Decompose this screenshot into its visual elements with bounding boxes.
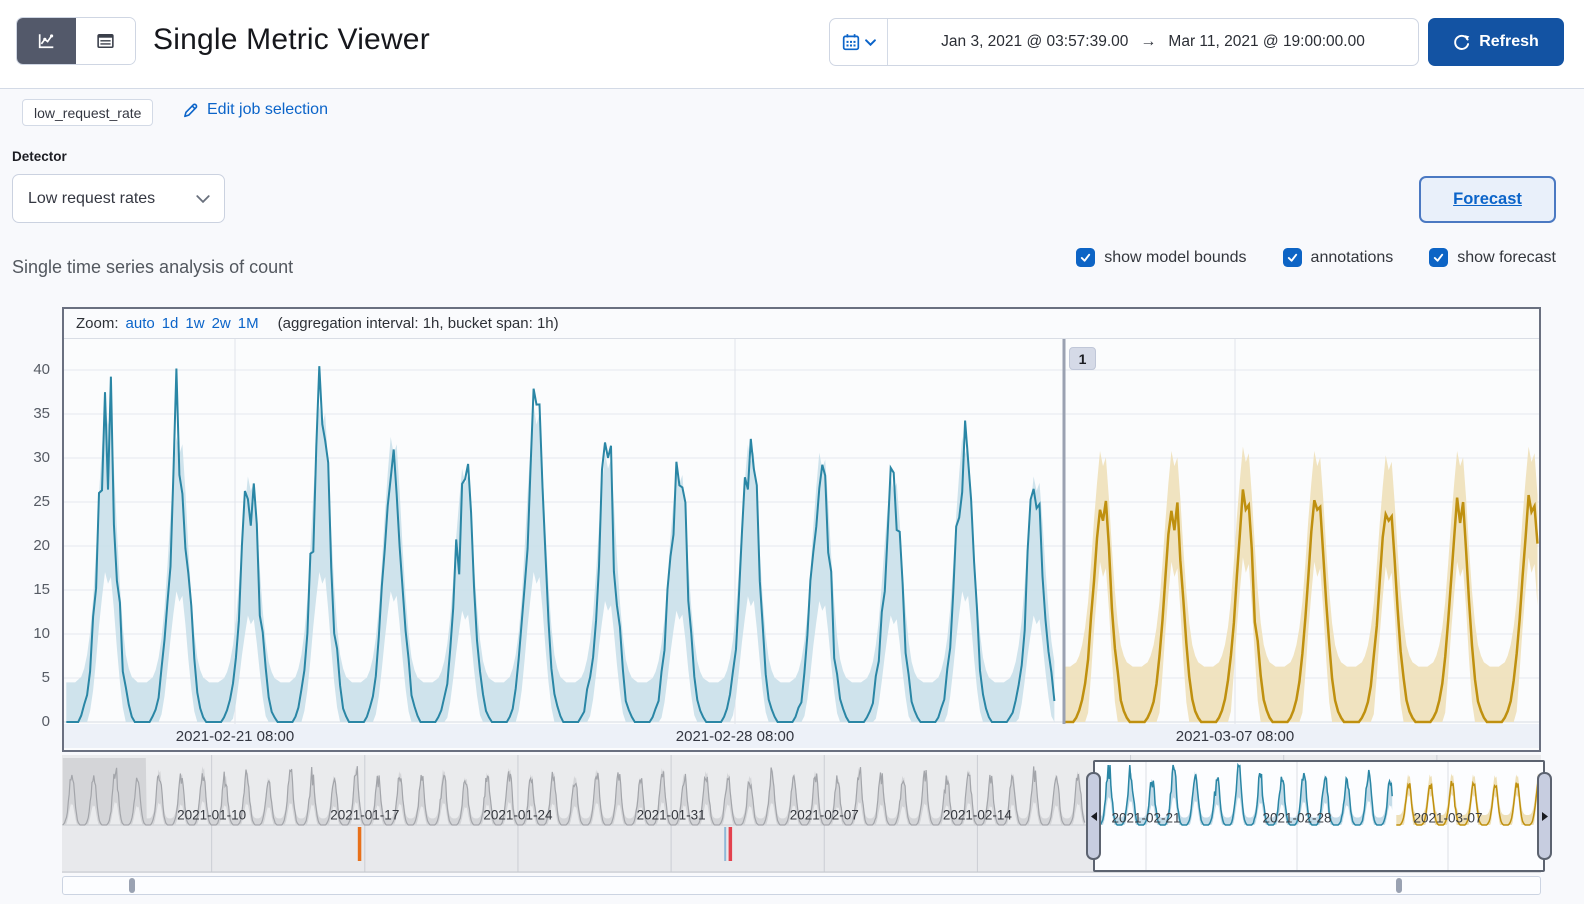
refresh-button[interactable]: Refresh [1428, 18, 1564, 66]
toggle-show-forecast[interactable]: show forecast [1429, 248, 1556, 267]
y-axis-tick: 0 [41, 713, 50, 730]
time-range-end[interactable]: Mar 11, 2021 @ 19:00:00.00 [1168, 33, 1364, 51]
triangle-right-icon [1541, 811, 1548, 821]
calendar-dropdown-button[interactable] [830, 19, 888, 65]
view-toggle-group [16, 17, 136, 65]
main-timeseries-chart[interactable]: 2021-02-21 08:00 2021-02-28 08:00 2021-03-… [64, 339, 1539, 748]
edit-job-selection-link[interactable]: Edit job selection [182, 101, 328, 119]
selection-brush[interactable]: 2021-02-21 2021-02-28 2021-03-07 [1086, 760, 1552, 872]
selection-brush-canvas: 2021-02-21 2021-02-28 2021-03-07 [1096, 762, 1543, 870]
detector-select[interactable]: Low request rates [12, 174, 225, 223]
y-axis-tick: 5 [41, 669, 50, 686]
refresh-icon [1454, 34, 1470, 50]
single-metric-viewer-page: Single Metric Viewer Jan 3, 2021 @ 03:57… [0, 0, 1584, 904]
svg-text:2021-01-24: 2021-01-24 [483, 808, 553, 823]
toggle-label: annotations [1310, 248, 1394, 266]
time-range-picker[interactable]: Jan 3, 2021 @ 03:57:39.00 → Mar 11, 2021… [829, 18, 1419, 66]
brush-left-handle[interactable] [1086, 772, 1101, 860]
svg-text:2021-01-17: 2021-01-17 [330, 808, 399, 823]
y-axis-tick: 10 [33, 625, 50, 642]
y-axis-tick: 35 [33, 405, 50, 422]
y-axis-tick: 40 [33, 361, 50, 378]
timeline-track[interactable] [62, 876, 1541, 895]
time-range-start[interactable]: Jan 3, 2021 @ 03:57:39.00 [941, 33, 1128, 51]
check-icon [1434, 253, 1444, 262]
y-axis-tick: 20 [33, 537, 50, 554]
arrow-right-icon: → [1140, 33, 1157, 50]
detector-label: Detector [12, 149, 67, 164]
zoom-option-2w[interactable]: 2w [212, 315, 231, 332]
svg-text:2021-02-21: 2021-02-21 [1111, 811, 1180, 826]
track-left-handle[interactable] [129, 878, 135, 893]
detector-selected-value: Low request rates [28, 189, 156, 207]
brush-right-handle[interactable] [1537, 772, 1552, 860]
main-chart-panel: Zoom: auto 1d 1w 2w 1M (aggregation interval… [62, 307, 1541, 752]
chart-view-button[interactable] [17, 18, 76, 64]
svg-text:2021-02-07: 2021-02-07 [790, 808, 859, 823]
aggregation-note: (aggregation interval: 1h, bucket span: … [277, 315, 559, 332]
svg-text:2021-03-07 08:00: 2021-03-07 08:00 [1176, 728, 1294, 745]
table-view-button[interactable] [76, 18, 135, 64]
svg-text:2021-03-07: 2021-03-07 [1413, 811, 1482, 826]
zoom-option-1M[interactable]: 1M [238, 315, 259, 332]
toggle-label: show forecast [1457, 248, 1556, 266]
page-title: Single Metric Viewer [153, 23, 430, 56]
calendar-icon [842, 34, 859, 51]
zoom-options: auto 1d 1w 2w 1M [126, 315, 266, 332]
chevron-down-icon [864, 38, 876, 46]
context-chart[interactable]: 2021-01-10 2021-01-17 2021-01-24 2021-01-31… [62, 755, 1552, 873]
svg-text:2021-02-28 08:00: 2021-02-28 08:00 [676, 728, 794, 745]
zoom-option-auto[interactable]: auto [126, 315, 155, 332]
line-chart-icon [38, 34, 54, 49]
pencil-icon [184, 103, 198, 117]
zoom-option-1d[interactable]: 1d [162, 315, 179, 332]
page-header: Single Metric Viewer Jan 3, 2021 @ 03:57… [0, 0, 1584, 89]
edit-job-selection-label: Edit job selection [207, 101, 328, 118]
chart-toggles: show model bounds annotations show forec… [1076, 248, 1556, 267]
job-badge: low_request_rate [22, 99, 154, 126]
table-icon [97, 33, 114, 49]
refresh-label: Refresh [1479, 33, 1539, 50]
y-axis-tick: 15 [33, 581, 50, 598]
zoom-option-1w[interactable]: 1w [185, 315, 204, 332]
chevron-down-icon [196, 194, 210, 203]
check-icon [1287, 253, 1297, 262]
checkbox-show-forecast[interactable] [1429, 248, 1449, 267]
y-axis-tick: 25 [33, 493, 50, 510]
svg-text:2021-01-31: 2021-01-31 [637, 808, 706, 823]
annotation-badge[interactable]: 1 [1069, 347, 1096, 370]
toggle-label: show model bounds [1104, 248, 1247, 266]
svg-text:2021-02-28: 2021-02-28 [1262, 811, 1331, 826]
toggle-show-model-bounds[interactable]: show model bounds [1076, 248, 1247, 267]
y-axis-tick: 30 [33, 449, 50, 466]
checkbox-annotations[interactable] [1282, 248, 1302, 267]
triangle-left-icon [1090, 811, 1097, 821]
svg-text:2021-01-10: 2021-01-10 [177, 808, 246, 823]
zoom-label: Zoom: [76, 315, 119, 332]
analysis-heading: Single time series analysis of count [12, 257, 294, 277]
checkbox-show-model-bounds[interactable] [1076, 248, 1096, 267]
check-icon [1081, 253, 1091, 262]
zoom-controls: Zoom: auto 1d 1w 2w 1M (aggregation interval… [64, 309, 1539, 339]
time-range-display: Jan 3, 2021 @ 03:57:39.00 → Mar 11, 2021… [888, 19, 1418, 65]
forecast-button[interactable]: Forecast [1419, 176, 1556, 223]
track-right-handle[interactable] [1396, 878, 1402, 893]
svg-text:2021-02-14: 2021-02-14 [943, 808, 1013, 823]
toggle-annotations[interactable]: annotations [1282, 248, 1394, 267]
svg-text:2021-02-21 08:00: 2021-02-21 08:00 [176, 728, 294, 745]
